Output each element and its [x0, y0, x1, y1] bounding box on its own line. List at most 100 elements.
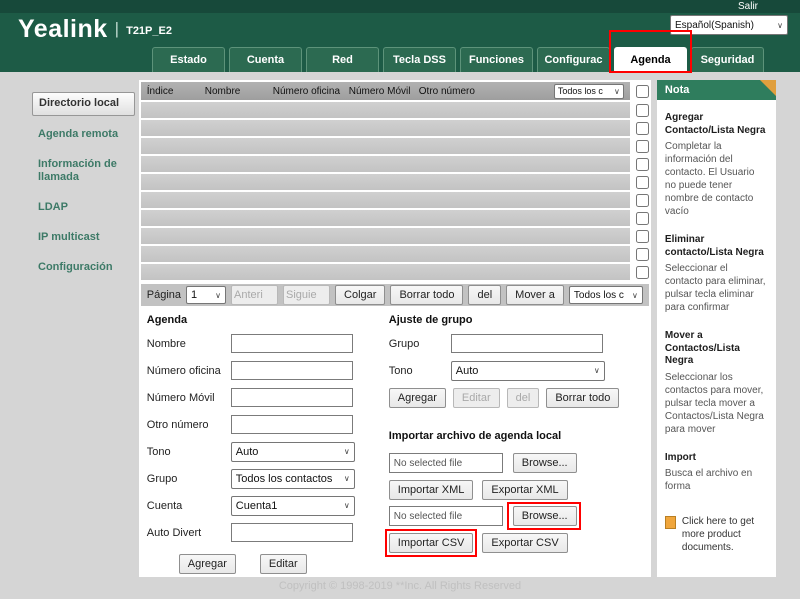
- row-checkbox[interactable]: [636, 266, 649, 279]
- add-group-button[interactable]: Agregar: [389, 388, 446, 408]
- col-numero-movil: Número Móvil: [349, 86, 419, 97]
- csv-file-box[interactable]: No selected file: [389, 506, 503, 526]
- row-checkbox[interactable]: [636, 194, 649, 207]
- group-value: Todos los contactos: [236, 473, 333, 485]
- page-select[interactable]: 1 ∨: [186, 286, 226, 304]
- import-csv-button[interactable]: Importar CSV: [389, 533, 474, 553]
- xml-file-box[interactable]: No selected file: [389, 453, 503, 473]
- export-csv-button[interactable]: Exportar CSV: [482, 533, 567, 553]
- mobile-number-input[interactable]: [231, 388, 353, 407]
- group-name-input[interactable]: [451, 334, 603, 353]
- office-number-row: Número oficina: [147, 357, 375, 384]
- add-contact-button[interactable]: Agregar: [179, 554, 236, 574]
- group-label: Grupo: [147, 473, 231, 485]
- note-section-body: Seleccionar los contactos para mover, pu…: [665, 371, 768, 436]
- chevron-down-icon: ∨: [344, 474, 350, 483]
- next-page-button[interactable]: Siguie: [283, 285, 330, 305]
- tab-seguridad[interactable]: Seguridad: [691, 47, 764, 72]
- auto-divert-input[interactable]: [231, 523, 353, 542]
- note-section-body: Busca el archivo en forma: [665, 467, 768, 493]
- ring-tone-select[interactable]: Auto ∨: [231, 442, 355, 462]
- table-row: [141, 102, 649, 118]
- row-checkbox[interactable]: [636, 158, 649, 171]
- tab-funciones[interactable]: Funciones: [460, 47, 533, 72]
- delete-button[interactable]: del: [468, 285, 501, 305]
- table-row: [141, 264, 649, 280]
- row-checkbox[interactable]: [636, 122, 649, 135]
- doc-link-text: Click here to get more product documents…: [682, 515, 768, 554]
- auto-divert-row: Auto Divert: [147, 519, 375, 546]
- tab-tecla-dss[interactable]: Tecla DSS: [383, 47, 456, 72]
- chevron-down-icon: ∨: [215, 291, 221, 300]
- name-input[interactable]: [231, 334, 353, 353]
- row-checkbox[interactable]: [636, 176, 649, 189]
- sidebar-item-ip-multicast[interactable]: IP multicast: [32, 227, 135, 249]
- row-checkbox[interactable]: [636, 230, 649, 243]
- select-all-checkbox[interactable]: [636, 85, 649, 98]
- move-to-button[interactable]: Mover a: [506, 285, 564, 305]
- delete-all-groups-button[interactable]: Borrar todo: [546, 388, 619, 408]
- note-section-import: Import Busca el archivo en forma: [665, 452, 768, 494]
- sidebar-item-ldap[interactable]: LDAP: [32, 197, 135, 219]
- brand-row: Yealink|T21P_E2 Español(Spanish) ∨: [18, 15, 788, 43]
- group-select[interactable]: Todos los contactos ∨: [231, 469, 355, 489]
- row-checkbox[interactable]: [636, 140, 649, 153]
- prev-page-button[interactable]: Anteri: [231, 285, 278, 305]
- other-number-input[interactable]: [231, 415, 353, 434]
- sidebar-item-informacion-de-llamada[interactable]: Información de llamada: [32, 154, 135, 190]
- export-xml-button[interactable]: Exportar XML: [482, 480, 567, 500]
- tab-cuenta[interactable]: Cuenta: [229, 47, 302, 72]
- sidebar: Directorio local Agenda remota Informaci…: [30, 80, 137, 577]
- logout-link[interactable]: Salir: [738, 1, 758, 12]
- doc-link[interactable]: Click here to get more product documents…: [665, 515, 768, 554]
- other-number-row: Otro número: [147, 411, 375, 438]
- note-section-delete: Eliminar contacto/Lista Negra Selecciona…: [665, 234, 768, 314]
- other-number-label: Otro número: [147, 419, 231, 431]
- sidebar-item-configuracion[interactable]: Configuración: [32, 257, 135, 279]
- tab-red[interactable]: Red: [306, 47, 379, 72]
- yealink-logo: Yealink: [18, 15, 108, 43]
- tab-estado[interactable]: Estado: [152, 47, 225, 72]
- account-label: Cuenta: [147, 500, 231, 512]
- edit-group-button[interactable]: Editar: [453, 388, 500, 408]
- tab-agenda[interactable]: Agenda: [614, 47, 687, 72]
- row-checkbox[interactable]: [636, 212, 649, 225]
- edit-contact-button[interactable]: Editar: [260, 554, 307, 574]
- ring-tone-row: Tono Auto ∨: [147, 438, 375, 465]
- move-target-select[interactable]: Todos los c ∨: [569, 286, 643, 304]
- import-xml-button[interactable]: Importar XML: [389, 480, 474, 500]
- top-strip: Salir: [0, 0, 800, 13]
- tab-configuracion[interactable]: Configurac: [537, 47, 610, 72]
- logo-divider: |: [115, 19, 119, 38]
- row-bar: [141, 156, 630, 172]
- copyright-text: Copyright © 1998-2019 **Inc. All Rights …: [0, 580, 800, 592]
- language-select[interactable]: Español(Spanish) ∨: [670, 15, 788, 35]
- office-number-input[interactable]: [231, 361, 353, 380]
- note-header: Nota: [657, 80, 776, 100]
- delete-group-button[interactable]: del: [507, 388, 540, 408]
- xml-browse-button[interactable]: Browse...: [513, 453, 577, 473]
- yealink-admin-page: Salir Yealink|T21P_E2 Español(Spanish) ∨…: [0, 0, 800, 599]
- col-nombre: Nombre: [205, 86, 273, 97]
- row-checkbox[interactable]: [636, 104, 649, 117]
- note-section-heading: Agregar Contacto/Lista Negra: [665, 112, 768, 137]
- directory-filter-select[interactable]: Todos los c ∨: [554, 84, 624, 99]
- group-buttons: Agregar Editar del Borrar todo: [389, 388, 645, 408]
- account-select[interactable]: Cuenta1 ∨: [231, 496, 355, 516]
- sidebar-item-agenda-remota[interactable]: Agenda remota: [32, 124, 135, 146]
- contact-form-buttons: Agregar Editar: [147, 554, 375, 574]
- table-row: [141, 138, 649, 154]
- group-ring-select[interactable]: Auto ∨: [451, 361, 605, 381]
- delete-all-button[interactable]: Borrar todo: [390, 285, 463, 305]
- chevron-down-icon: ∨: [344, 501, 350, 510]
- folded-corner-icon: [760, 80, 776, 96]
- sidebar-item-directorio-local[interactable]: Directorio local: [32, 92, 135, 116]
- hangup-button[interactable]: Colgar: [335, 285, 385, 305]
- note-section-body: Seleccionar el contacto para eliminar, p…: [665, 262, 768, 314]
- group-ring-row: Tono Auto ∨: [389, 357, 645, 384]
- forms-area: Agenda Nombre Número oficina Número Móvi…: [141, 306, 649, 574]
- table-row: [141, 120, 649, 136]
- csv-browse-button[interactable]: Browse...: [513, 506, 577, 526]
- chevron-down-icon: ∨: [632, 291, 638, 300]
- row-checkbox[interactable]: [636, 248, 649, 261]
